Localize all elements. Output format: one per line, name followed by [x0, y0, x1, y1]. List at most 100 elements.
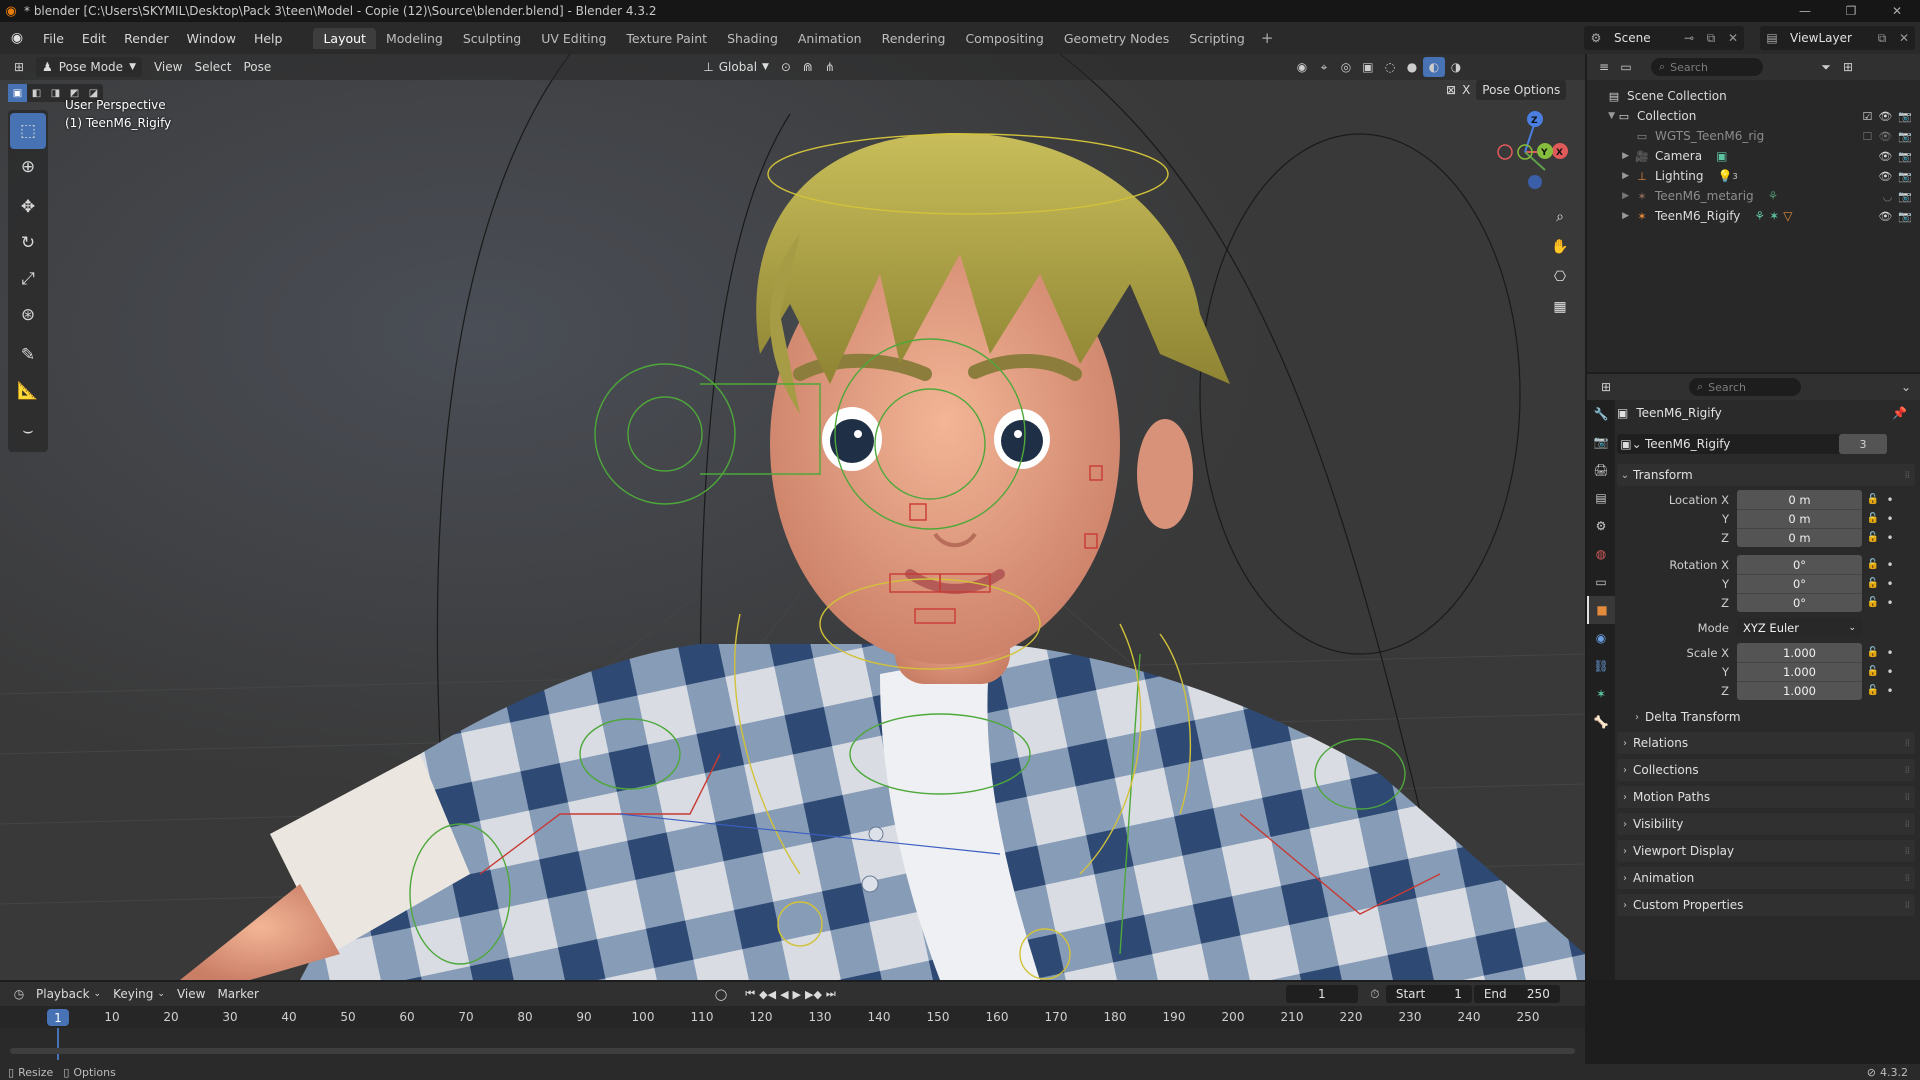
eye-icon[interactable]: 👁: [1878, 210, 1892, 223]
relax-pose-tool-icon[interactable]: ⌣: [8, 413, 48, 449]
drag-handle-icon[interactable]: ⁞⁞: [1905, 900, 1910, 911]
select-new-icon[interactable]: ▣: [8, 84, 27, 102]
object-browse-icon[interactable]: ▣⌄: [1617, 437, 1645, 451]
drag-handle-icon[interactable]: ⁞⁞: [1905, 470, 1910, 481]
display-mode-icon[interactable]: ▭: [1615, 57, 1637, 77]
properties-search-input[interactable]: ⌕ Search: [1689, 378, 1801, 396]
rotate-tool-icon[interactable]: ↻: [8, 225, 48, 261]
keyframe-dot-icon[interactable]: •: [1884, 646, 1896, 660]
keyframe-dot-icon[interactable]: •: [1884, 493, 1896, 507]
new-scene-icon[interactable]: ⧉: [1700, 31, 1722, 46]
drag-handle-icon[interactable]: ⁞⁞: [1905, 792, 1910, 803]
measure-tool-icon[interactable]: 📐: [8, 373, 48, 409]
tab-rendering[interactable]: Rendering: [872, 28, 956, 49]
camera-render-icon[interactable]: 📷: [1898, 170, 1912, 183]
jump-end-icon[interactable]: ⏭: [826, 987, 836, 1001]
pan-hand-icon[interactable]: ✋: [1547, 234, 1573, 260]
timeline-scrollbar[interactable]: [10, 1048, 1575, 1054]
lock-icon[interactable]: 🔓: [1862, 597, 1884, 608]
keyframe-dot-icon[interactable]: •: [1884, 684, 1896, 698]
rendered-shading-icon[interactable]: ◑: [1445, 57, 1467, 77]
rotation-z-field[interactable]: 0°: [1737, 593, 1862, 612]
transform-tool-icon[interactable]: ⊛: [8, 297, 48, 333]
menu-help[interactable]: Help: [245, 22, 292, 54]
eye-icon[interactable]: 👁: [1878, 110, 1892, 123]
drag-handle-icon[interactable]: ⁞⁞: [1905, 738, 1910, 749]
lock-icon[interactable]: 🔓: [1862, 578, 1884, 589]
keyframe-dot-icon[interactable]: •: [1884, 512, 1896, 526]
outliner-row-metarig[interactable]: ▶ ✶ TeenM6_metarig ⚘ ◡ 📷: [1587, 186, 1920, 206]
menu-playback[interactable]: Playback ⌄: [30, 984, 107, 1004]
chevron-down-icon[interactable]: ⌄: [1895, 377, 1917, 397]
maximize-button[interactable]: ❐: [1828, 0, 1874, 22]
collection-tab-icon[interactable]: ▭: [1587, 568, 1615, 596]
render-tab-icon[interactable]: 📷: [1587, 428, 1615, 456]
tab-geometry-nodes[interactable]: Geometry Nodes: [1054, 28, 1179, 49]
drag-handle-icon[interactable]: ⁞⁞: [1905, 873, 1910, 884]
tab-layout[interactable]: Layout: [313, 27, 376, 49]
keyframe-dot-icon[interactable]: •: [1884, 577, 1896, 591]
visibility-icon[interactable]: ◉: [1291, 57, 1313, 77]
location-z-field[interactable]: 0 m: [1737, 528, 1862, 547]
camera-render-icon[interactable]: 📷: [1898, 150, 1912, 163]
physics-tab-icon[interactable]: ◉: [1587, 624, 1615, 652]
record-icon[interactable]: ◯: [715, 988, 727, 1001]
orientation-selector[interactable]: ⊥ Global ▼: [697, 57, 775, 77]
minimize-button[interactable]: —: [1782, 0, 1828, 22]
start-frame-field[interactable]: Start 1: [1385, 985, 1472, 1003]
menu-marker[interactable]: Marker: [211, 984, 264, 1004]
cursor-tool-icon[interactable]: ⊕: [8, 149, 48, 185]
clock-icon[interactable]: ⏱: [1364, 984, 1386, 1004]
transform-panel-header[interactable]: ⌄ Transform ⁞⁞: [1617, 464, 1915, 486]
delta-transform-header[interactable]: › Delta Transform: [1629, 706, 1915, 728]
timeline-ruler[interactable]: 1 10 20 30 40 50 60 70 80 90 100 110 120…: [0, 1006, 1585, 1028]
tool-tab-icon[interactable]: 🔧: [1587, 400, 1615, 428]
keyframe-dot-icon[interactable]: •: [1884, 531, 1896, 545]
menu-select[interactable]: Select: [188, 57, 237, 77]
menu-window[interactable]: Window: [178, 22, 245, 54]
move-tool-icon[interactable]: ✥: [8, 189, 48, 225]
camera-render-icon[interactable]: 📷: [1898, 110, 1912, 123]
lock-icon[interactable]: 🔓: [1862, 513, 1884, 524]
jump-keyframe-forward-icon[interactable]: ▶◆: [805, 988, 822, 1001]
world-tab-icon[interactable]: ◍: [1587, 540, 1615, 568]
tab-scripting[interactable]: Scripting: [1179, 28, 1255, 49]
view-layer-selector[interactable]: ▤ ViewLayer ⧉ ✕: [1760, 26, 1915, 50]
menu-view[interactable]: View: [171, 984, 211, 1004]
tab-shading[interactable]: Shading: [717, 28, 788, 49]
outliner-search-input[interactable]: ⌕ Search: [1651, 58, 1763, 76]
tab-compositing[interactable]: Compositing: [955, 28, 1053, 49]
custom-properties-panel-header[interactable]: › Custom Properties ⁞⁞: [1617, 894, 1915, 916]
lock-icon[interactable]: 🔓: [1862, 559, 1884, 570]
chevron-right-icon[interactable]: ▶: [1587, 191, 1633, 201]
menu-file[interactable]: File: [34, 22, 73, 54]
menu-keying[interactable]: Keying ⌄: [107, 984, 171, 1004]
tab-animation[interactable]: Animation: [788, 28, 872, 49]
chevron-right-icon[interactable]: ▶: [1587, 151, 1633, 161]
animation-panel-header[interactable]: › Animation ⁞⁞: [1617, 867, 1915, 889]
drag-handle-icon[interactable]: ⁞⁞: [1905, 819, 1910, 830]
solid-shading-icon[interactable]: ●: [1401, 57, 1423, 77]
camera-view-icon[interactable]: ⎔: [1547, 264, 1573, 290]
outliner-row-rigify[interactable]: ▶ ✶ TeenM6_Rigify ⚘ ✶ ▽ 👁 📷: [1587, 206, 1920, 226]
chevron-down-icon[interactable]: ▼: [1587, 111, 1615, 121]
close-button[interactable]: ✕: [1874, 0, 1920, 22]
tab-modeling[interactable]: Modeling: [376, 28, 453, 49]
scale-tool-icon[interactable]: ⤢: [8, 261, 48, 297]
editor-type-icon[interactable]: ⊞: [8, 57, 30, 77]
viewport-display-panel-header[interactable]: › Viewport Display ⁞⁞: [1617, 840, 1915, 862]
wireframe-shading-icon[interactable]: ◌: [1379, 57, 1401, 77]
view-layer-tab-icon[interactable]: ▤: [1587, 484, 1615, 512]
playhead[interactable]: 1: [47, 1009, 69, 1026]
mirror-x-icon[interactable]: X: [1462, 83, 1470, 97]
outliner-row-lighting[interactable]: ▶ ⊥ Lighting 💡 3 👁 📷: [1587, 166, 1920, 186]
select-box-tool-icon[interactable]: ⬚: [10, 113, 46, 149]
lock-icon[interactable]: 🔓: [1862, 666, 1884, 677]
location-y-field[interactable]: 0 m: [1737, 509, 1862, 528]
menu-pose[interactable]: Pose: [238, 57, 278, 77]
camera-render-icon[interactable]: 📷: [1898, 130, 1912, 143]
rotation-x-field[interactable]: 0°: [1737, 555, 1862, 574]
snap-target-icon[interactable]: ⋔: [819, 57, 841, 77]
xray-icon[interactable]: ⊠: [1446, 83, 1456, 97]
add-workspace-button[interactable]: +: [1255, 29, 1280, 47]
